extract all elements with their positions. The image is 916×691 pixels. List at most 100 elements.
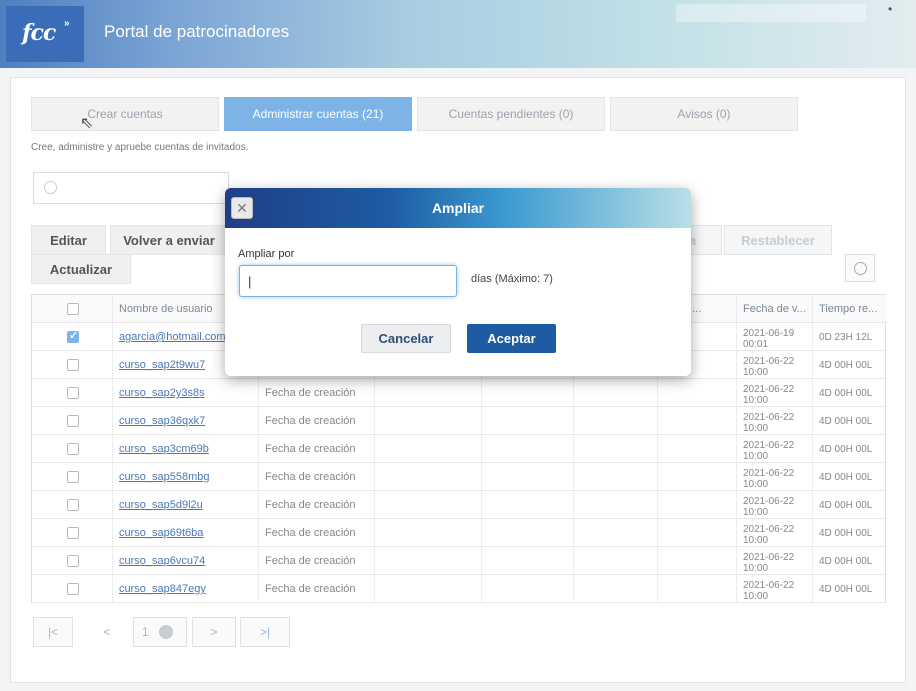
empty-cell <box>573 407 657 435</box>
pager-next-button[interactable]: > <box>192 617 236 647</box>
expiry-date: 2021-06-22 <box>743 411 795 423</box>
header-remaining-time[interactable]: Tiempo re... <box>812 295 887 323</box>
username-link[interactable]: curso_sap6vcu74 <box>119 555 205 567</box>
empty-cell <box>481 463 573 491</box>
row-select-cell[interactable] <box>32 407 112 435</box>
row-checkbox[interactable] <box>67 387 79 399</box>
username-cell[interactable]: curso_sap3cm69b <box>112 435 258 463</box>
row-checkbox[interactable] <box>67 583 79 595</box>
row-checkbox[interactable] <box>67 329 79 343</box>
row-select-cell[interactable] <box>32 575 112 603</box>
header-menu-dot[interactable]: • <box>888 2 892 16</box>
expiry-date: 2021-06-19 <box>743 327 795 339</box>
row-checkbox[interactable] <box>67 527 79 539</box>
select-all-checkbox[interactable] <box>67 303 79 315</box>
expiry-date: 2021-06-22 <box>743 495 795 507</box>
row-checkbox[interactable] <box>67 443 79 455</box>
row-checkbox[interactable] <box>67 415 79 427</box>
number-cell <box>657 379 736 407</box>
close-icon[interactable]: ✕ <box>231 197 253 219</box>
empty-cell <box>481 407 573 435</box>
empty-cell <box>573 435 657 463</box>
username-link[interactable]: agarcia@hotmail.com <box>119 331 226 343</box>
table-row[interactable]: curso_sap3cm69b Fecha de creación 2021-06-… <box>32 435 887 463</box>
row-select-cell[interactable] <box>32 435 112 463</box>
created-cell: Fecha de creación <box>258 463 374 491</box>
table-row[interactable]: curso_sap558mbg Fecha de creación 2021-06-… <box>32 463 887 491</box>
username-cell[interactable]: curso_sap5d9l2u <box>112 491 258 519</box>
row-select-cell[interactable] <box>32 519 112 547</box>
row-select-cell[interactable] <box>32 463 112 491</box>
empty-cell <box>481 435 573 463</box>
username-link[interactable]: curso_sap847egy <box>119 583 206 595</box>
tab-crear-cuentas[interactable]: Crear cuentas <box>31 97 219 131</box>
table-row[interactable]: curso_sap2y3s8s Fecha de creación 2021-06-… <box>32 379 887 407</box>
username-link[interactable]: curso_sap69t6ba <box>119 527 203 539</box>
row-select-cell[interactable] <box>32 323 112 351</box>
page-subtitle: Cree, administre y apruebe cuentas de in… <box>31 142 249 153</box>
number-cell <box>657 491 736 519</box>
expiry-cell: 2021-06-22 10:00 <box>736 519 812 547</box>
expiry-time: 10:00 <box>743 394 769 406</box>
row-select-cell[interactable] <box>32 351 112 379</box>
empty-cell <box>573 519 657 547</box>
row-checkbox[interactable] <box>67 471 79 483</box>
table-row[interactable]: curso_sap69t6ba Fecha de creación 2021-06-… <box>32 519 887 547</box>
header-expiry-date[interactable]: Fecha de v... <box>736 295 812 323</box>
resend-button[interactable]: Volver a enviar <box>110 225 228 255</box>
expiry-date: 2021-06-22 <box>743 579 795 591</box>
username-cell[interactable]: curso_sap2y3s8s <box>112 379 258 407</box>
cancel-button[interactable]: Cancelar <box>361 324 451 353</box>
tab-cuentas-pendientes[interactable]: Cuentas pendientes (0) <box>417 97 605 131</box>
number-cell <box>657 575 736 603</box>
tab-avisos[interactable]: Avisos (0) <box>610 97 798 131</box>
pager-first-button[interactable]: |< <box>33 617 73 647</box>
username-link[interactable]: curso_sap5d9l2u <box>119 499 203 511</box>
pager-prev-button[interactable]: < <box>85 617 129 647</box>
accept-button[interactable]: Aceptar <box>467 324 556 353</box>
table-row[interactable]: curso_sap5d9l2u Fecha de creación 2021-06-… <box>32 491 887 519</box>
username-link[interactable]: curso_sap2y3s8s <box>119 387 205 399</box>
expiry-time: 10:00 <box>743 450 769 462</box>
table-row[interactable]: curso_sap36qxk7 Fecha de creación 2021-06-… <box>32 407 887 435</box>
username-link[interactable]: curso_sap2t9wu7 <box>119 359 205 371</box>
username-link[interactable]: curso_sap558mbg <box>119 471 210 483</box>
settings-button[interactable] <box>845 254 875 282</box>
pager-last-button[interactable]: >| <box>240 617 290 647</box>
username-link[interactable]: curso_sap3cm69b <box>119 443 209 455</box>
row-select-cell[interactable] <box>32 491 112 519</box>
table-row[interactable]: curso_sap6vcu74 Fecha de creación 2021-06-… <box>32 547 887 575</box>
username-link[interactable]: curso_sap36qxk7 <box>119 415 205 427</box>
empty-cell <box>374 407 481 435</box>
row-checkbox[interactable] <box>67 359 79 371</box>
header-user-area[interactable] <box>676 4 866 22</box>
extend-dialog: Ampliar ✕ Ampliar por días (Máximo: 7) C… <box>225 188 691 376</box>
dialog-header: Ampliar ✕ <box>225 188 691 228</box>
fcc-logo[interactable]: fcc » <box>6 6 84 62</box>
search-input[interactable] <box>33 172 229 204</box>
remaining-cell: 4D 00H 00L <box>812 407 887 435</box>
refresh-button[interactable]: Actualizar <box>31 254 131 284</box>
created-cell: Fecha de creación <box>258 379 374 407</box>
username-cell[interactable]: curso_sap558mbg <box>112 463 258 491</box>
username-cell[interactable]: curso_sap36qxk7 <box>112 407 258 435</box>
circle-icon <box>854 262 867 275</box>
remaining-cell: 4D 00H 00L <box>812 435 887 463</box>
tab-administrar-cuentas[interactable]: Administrar cuentas (21) <box>224 97 412 131</box>
row-select-cell[interactable] <box>32 547 112 575</box>
pager-page-select[interactable]: 1 <box>133 617 187 647</box>
row-select-cell[interactable] <box>32 379 112 407</box>
edit-button[interactable]: Editar <box>31 225 106 255</box>
app-header: fcc » Portal de patrocinadores • <box>0 0 916 68</box>
days-input[interactable] <box>239 265 457 297</box>
row-checkbox[interactable] <box>67 499 79 511</box>
username-cell[interactable]: curso_sap69t6ba <box>112 519 258 547</box>
row-checkbox[interactable] <box>67 555 79 567</box>
header-select-cell[interactable] <box>32 295 112 323</box>
username-cell[interactable]: curso_sap847egy <box>112 575 258 603</box>
number-cell <box>657 519 736 547</box>
table-row[interactable]: curso_sap847egy Fecha de creación 2021-06-… <box>32 575 887 603</box>
empty-cell <box>573 379 657 407</box>
username-cell[interactable]: curso_sap6vcu74 <box>112 547 258 575</box>
reset-button[interactable]: Restablecer <box>724 225 832 255</box>
